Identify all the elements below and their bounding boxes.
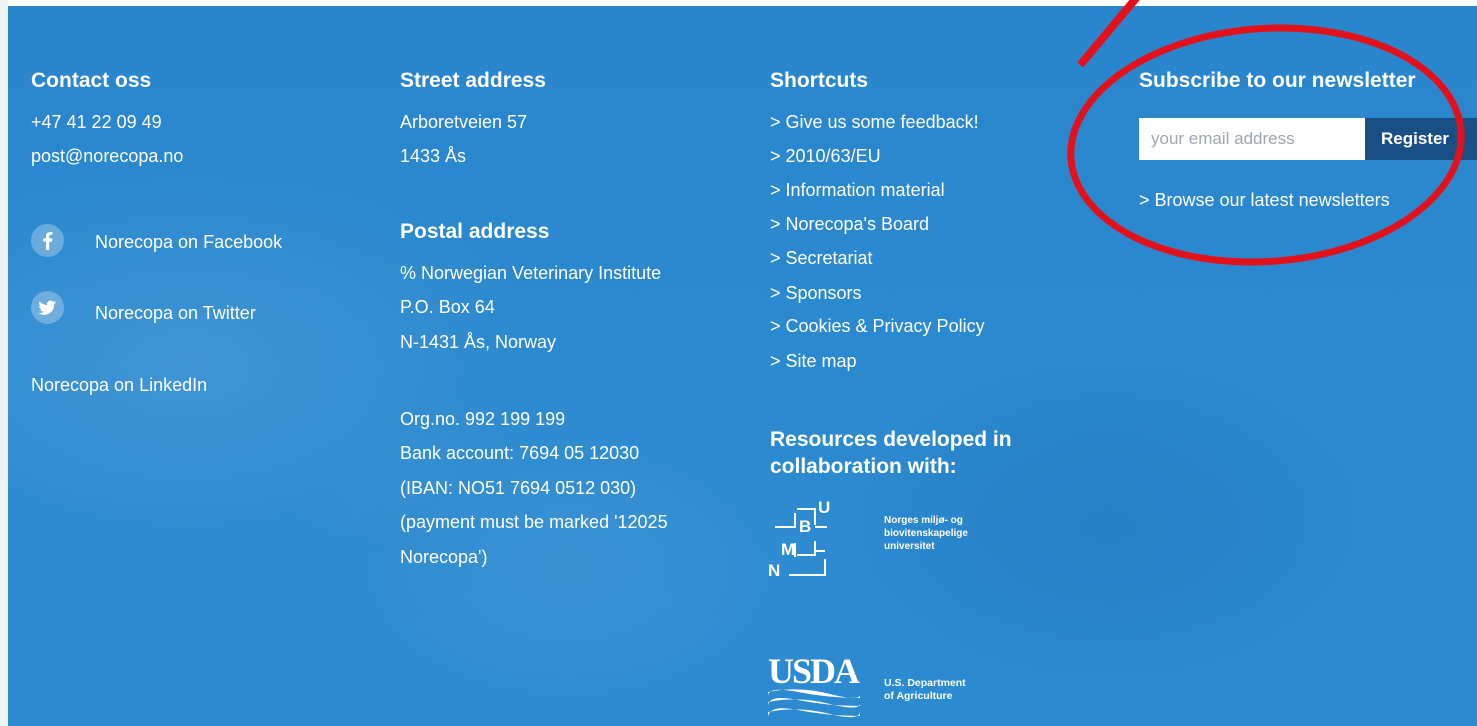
nmbu-logo[interactable]: U B M N [767, 499, 857, 581]
facebook-link[interactable]: Norecopa on Facebook [95, 231, 282, 253]
left-edge [0, 0, 8, 726]
shortcut-link-feedback[interactable]: > Give us some feedback! [770, 111, 979, 133]
newsletter-heading: Subscribe to our newsletter [1139, 69, 1416, 92]
shortcut-link-privacy[interactable]: > Cookies & Privacy Policy [770, 315, 985, 337]
nmbu-text: Norges miljø- og biovitenskapelige unive… [884, 514, 968, 553]
shortcut-link-sitemap[interactable]: > Site map [770, 350, 857, 372]
nmbu-letter-n: N [768, 561, 781, 580]
phone-link[interactable]: +47 41 22 09 49 [31, 111, 162, 133]
nmbu-text-line-2: biovitenskapelige [884, 528, 968, 539]
payment-note-1: (payment must be marked '12025 [400, 512, 668, 532]
resources-heading: Resources developed in [770, 428, 1012, 451]
linkedin-link[interactable]: Norecopa on LinkedIn [31, 374, 207, 396]
usda-text-line-1: U.S. Department [884, 677, 966, 689]
twitter-link[interactable]: Norecopa on Twitter [95, 302, 256, 324]
postal-line-2: P.O. Box 64 [400, 297, 495, 317]
shortcut-link-secretariat[interactable]: > Secretariat [770, 247, 873, 269]
postal-line-1: % Norwegian Veterinary Institute [400, 263, 662, 283]
street-line-2: 1433 Ås [400, 146, 467, 166]
street-line-1: Arboretveien 57 [400, 112, 528, 132]
resources-heading-2: collaboration with: [770, 455, 957, 478]
shortcut-link-directive[interactable]: > 2010/63/EU [770, 145, 881, 167]
newsletter-email-input[interactable] [1139, 118, 1365, 160]
org-number: Org.no. 992 199 199 [400, 409, 566, 429]
postal-line-3: N-1431 Ås, Norway [400, 332, 557, 352]
browse-newsletters-link[interactable]: > Browse our latest newsletters [1139, 189, 1390, 211]
shortcut-link-board[interactable]: > Norecopa's Board [770, 213, 929, 235]
usda-logo[interactable]: USDA [768, 652, 860, 722]
nmbu-letter-b: B [799, 517, 812, 536]
email-link[interactable]: post@norecopa.no [31, 145, 183, 167]
payment-note-2: Norecopa') [400, 547, 488, 567]
site-footer [8, 6, 1477, 726]
bank-account: Bank account: 7694 05 12030 [400, 443, 640, 463]
iban: (IBAN: NO51 7694 0512 030) [400, 478, 637, 498]
usda-text-line-2: of Agriculture [884, 690, 953, 702]
facebook-icon[interactable] [31, 224, 64, 257]
nmbu-text-line-3: universitet [884, 541, 935, 552]
nmbu-letter-u: U [818, 498, 831, 517]
contact-heading: Contact oss [31, 69, 152, 92]
usda-text: U.S. Department of Agriculture [884, 677, 966, 703]
street-address-heading: Street address [400, 69, 546, 92]
shortcut-link-information[interactable]: > Information material [770, 179, 945, 201]
usda-wordmark: USDA [768, 651, 860, 691]
shortcuts-heading: Shortcuts [770, 69, 869, 92]
nmbu-text-line-1: Norges miljø- og [884, 515, 963, 526]
postal-address-heading: Postal address [400, 220, 550, 243]
shortcut-link-sponsors[interactable]: > Sponsors [770, 282, 862, 304]
nmbu-letter-m: M [781, 540, 796, 559]
twitter-icon[interactable] [31, 291, 64, 324]
register-button[interactable]: Register [1365, 118, 1477, 160]
